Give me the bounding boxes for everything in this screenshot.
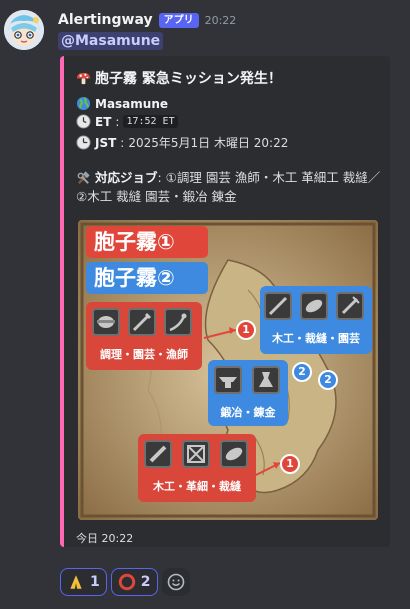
group-b-label: 木工・裁縫・園芸 xyxy=(272,332,360,345)
group-a-label: 調理・園芸・漁師 xyxy=(100,348,188,361)
group-b: 木工・裁縫・園芸 xyxy=(260,286,372,354)
embed: 胞子霧 緊急ミッション発生！ Masamune ET: 17:52 ET JST… xyxy=(60,56,390,547)
embed-footer: 今日 20:22 xyxy=(76,532,134,545)
jst-colon: : xyxy=(120,135,125,150)
embed-title: 胞子霧 緊急ミッション発生！ xyxy=(76,68,282,88)
leatherwork-icon xyxy=(182,440,210,468)
reaction-count: 2 xyxy=(140,574,151,590)
avatar-image xyxy=(4,10,44,50)
jst-value: 2025年5月1日 木曜日 20:22 xyxy=(128,136,289,150)
et-label: ET xyxy=(95,114,112,129)
jst-line: JST: 2025年5月1日 木曜日 20:22 xyxy=(76,134,288,151)
folded-hands-icon xyxy=(70,575,82,589)
marker-1-lower: 1 xyxy=(280,454,300,474)
botany-icon xyxy=(128,308,156,336)
clock-three-icon xyxy=(76,135,91,150)
carpentry-saw-icon xyxy=(144,440,172,468)
reactions: 1 2 xyxy=(60,568,190,596)
app-badge: アプリ xyxy=(158,12,199,28)
group-c-label: 鍛冶・錬金 xyxy=(220,406,276,419)
jobs-label: 対応ジョブ xyxy=(94,170,158,185)
reaction-red-circle[interactable]: 2 xyxy=(110,568,158,596)
message-timestamp[interactable]: 20:22 xyxy=(205,14,237,27)
legend-spore-2: 胞子霧② xyxy=(86,262,208,294)
marker-2-b: 2 xyxy=(318,370,338,390)
et-colon: : xyxy=(115,114,120,129)
botany-tool-icon xyxy=(336,292,364,320)
embed-title-text: 胞子霧 緊急ミッション発生！ xyxy=(95,71,282,87)
marker-2-a: 2 xyxy=(292,362,312,382)
clock-icon xyxy=(76,114,91,129)
carpentry-icon xyxy=(264,292,292,320)
alchemy-icon xyxy=(252,366,280,394)
cooking-icon xyxy=(92,308,120,336)
red-circle-icon xyxy=(118,573,135,591)
legend-spore-1: 胞子霧① xyxy=(86,226,208,258)
map-image[interactable]: 胞子霧① 胞子霧② 調理・園芸・漁師 1 木工・裁縫・園芸 2 2 鍛冶・錬金 … xyxy=(78,220,378,520)
jobs-line: 対応ジョブ: ①調理 園芸 漁師・木工 革細工 裁縫／②木工 裁縫 園芸・鍛冶 … xyxy=(76,168,382,206)
weaving-spool-icon xyxy=(220,440,248,468)
author-name[interactable]: Alertingway xyxy=(58,12,153,28)
group-a: 調理・園芸・漁師 xyxy=(86,302,202,370)
message: Alertingway アプリ 20:22 @Masamune 胞子霧 緊急ミッ… xyxy=(0,0,410,609)
avatar[interactable] xyxy=(4,10,44,50)
et-line: ET: 17:52 ET xyxy=(76,114,178,129)
group-d-label: 木工・革細・裁縫 xyxy=(153,480,241,493)
jst-label: JST xyxy=(95,135,117,150)
fishing-icon xyxy=(164,308,192,336)
smithing-icon xyxy=(214,366,242,394)
mushroom-icon xyxy=(76,72,91,84)
weaving-icon xyxy=(300,292,328,320)
world-line: Masamune xyxy=(76,96,168,111)
add-reaction-button[interactable] xyxy=(161,568,190,596)
globe-icon xyxy=(76,96,91,111)
et-value: 17:52 ET xyxy=(123,115,178,128)
reaction-count: 1 xyxy=(90,574,100,590)
group-c: 鍛冶・錬金 xyxy=(208,360,288,426)
reaction-folded-hands[interactable]: 1 xyxy=(60,568,107,596)
marker-1-upper: 1 xyxy=(236,320,256,340)
user-mention[interactable]: @Masamune xyxy=(58,32,164,50)
message-header: Alertingway アプリ 20:22 xyxy=(58,10,236,30)
smiley-icon xyxy=(167,573,184,591)
hammer-and-wrench-icon xyxy=(77,171,90,184)
world-name: Masamune xyxy=(95,96,169,111)
group-d: 木工・革細・裁縫 xyxy=(138,434,256,502)
